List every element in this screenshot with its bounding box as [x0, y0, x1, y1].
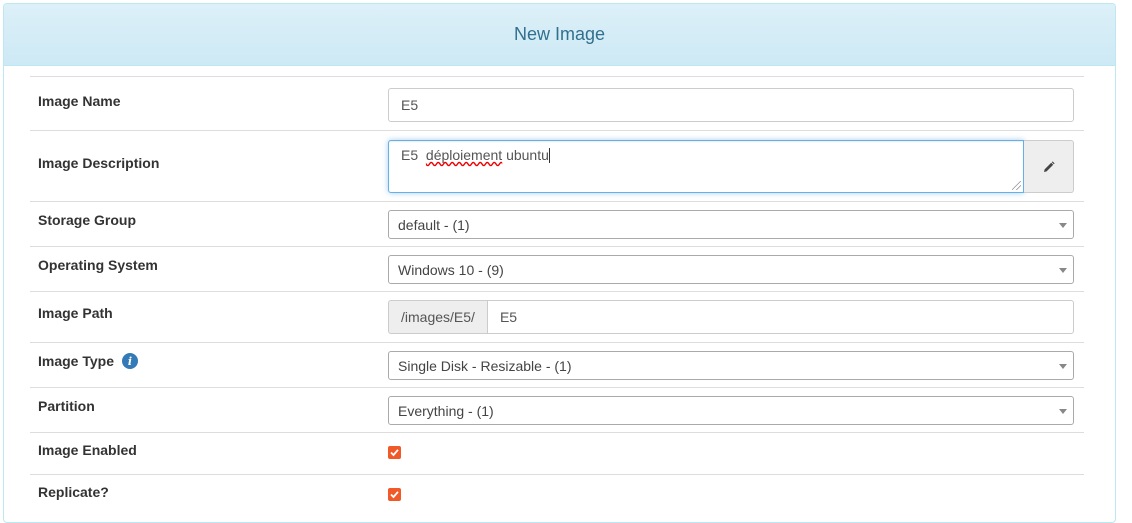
- replicate-checkbox[interactable]: [388, 488, 401, 501]
- row-storage-group: Storage Group default - (1): [30, 202, 1084, 247]
- resize-grip-icon[interactable]: [1012, 181, 1021, 190]
- storage-group-label: Storage Group: [38, 212, 137, 228]
- row-image-description: Image Description E5 déploiement ubuntu: [30, 131, 1084, 202]
- checkmark-icon: [390, 449, 399, 457]
- chevron-down-icon: [1059, 364, 1067, 369]
- row-replicate: Replicate?: [30, 475, 1084, 517]
- description-text-suffix: ubuntu: [502, 147, 549, 163]
- pencil-icon: [1043, 160, 1055, 172]
- partition-label: Partition: [38, 398, 95, 414]
- description-text-prefix: E5: [401, 147, 426, 163]
- image-type-select[interactable]: Single Disk - Resizable - (1): [388, 351, 1074, 380]
- chevron-down-icon: [1059, 409, 1067, 414]
- edit-description-button[interactable]: [1024, 140, 1074, 193]
- operating-system-select[interactable]: Windows 10 - (9): [388, 255, 1074, 284]
- row-partition: Partition Everything - (1): [30, 388, 1084, 433]
- image-enabled-label: Image Enabled: [38, 442, 137, 458]
- image-enabled-checkbox[interactable]: [388, 446, 401, 459]
- info-icon[interactable]: i: [122, 353, 138, 369]
- image-description-textarea[interactable]: E5 déploiement ubuntu: [388, 140, 1024, 193]
- description-misspelled-word: déploiement: [425, 147, 503, 163]
- image-name-value: E5: [401, 97, 419, 113]
- chevron-down-icon: [1059, 268, 1067, 273]
- image-description-label: Image Description: [38, 155, 160, 171]
- row-image-name: Image Name E5: [30, 77, 1084, 131]
- image-path-value: E5: [499, 309, 518, 325]
- image-form: Image Name E5 Image Description E5 déplo…: [30, 76, 1084, 517]
- checkmark-icon: [390, 491, 399, 499]
- partition-select[interactable]: Everything - (1): [388, 396, 1074, 425]
- storage-group-select[interactable]: default - (1): [388, 210, 1074, 239]
- operating-system-label: Operating System: [38, 257, 158, 273]
- image-name-label: Image Name: [38, 93, 121, 109]
- storage-group-selected: default - (1): [398, 216, 470, 233]
- image-path-label: Image Path: [38, 305, 113, 321]
- row-image-enabled: Image Enabled: [30, 433, 1084, 475]
- image-type-selected: Single Disk - Resizable - (1): [398, 357, 572, 374]
- row-image-type: Image Type i Single Disk - Resizable - (…: [30, 343, 1084, 388]
- image-path-input-group: /images/E5/ E5: [388, 300, 1074, 334]
- image-name-input[interactable]: E5: [388, 88, 1074, 122]
- image-path-input[interactable]: E5: [486, 300, 1074, 334]
- image-path-prefix: /images/E5/: [388, 300, 487, 334]
- row-operating-system: Operating System Windows 10 - (9): [30, 247, 1084, 292]
- chevron-down-icon: [1059, 223, 1067, 228]
- replicate-label: Replicate?: [38, 484, 109, 500]
- operating-system-selected: Windows 10 - (9): [398, 261, 504, 278]
- text-cursor: [548, 148, 550, 163]
- panel-title: New Image: [513, 24, 606, 44]
- row-image-path: Image Path /images/E5/ E5: [30, 292, 1084, 343]
- image-type-label: Image Type: [38, 353, 114, 369]
- panel-heading: New Image: [4, 4, 1115, 66]
- partition-selected: Everything - (1): [398, 402, 494, 419]
- image-type-label-group: Image Type i: [38, 353, 138, 369]
